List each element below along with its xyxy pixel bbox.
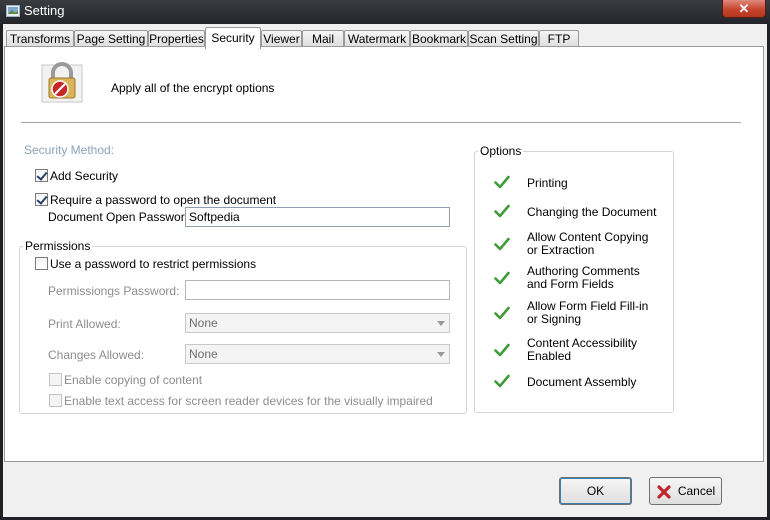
open-password-input[interactable]: Softpedia [185, 207, 450, 227]
enable-copying-checkbox[interactable] [49, 373, 62, 386]
check-icon [494, 271, 510, 285]
security-panel: Apply all of the encrypt options Securit… [4, 46, 764, 462]
ok-button[interactable]: OK [559, 477, 632, 505]
option-item-label: Authoring Comments and Form Fields [527, 265, 640, 291]
chevron-down-icon [437, 321, 445, 326]
print-allowed-label: Print Allowed: [48, 317, 121, 331]
option-item-label: Content Accessibility Enabled [527, 337, 637, 363]
cancel-button[interactable]: Cancel [649, 477, 722, 505]
permissions-password-label: Permissiongs Password: [48, 284, 180, 298]
option-item-label: Allow Content Copying or Extraction [527, 231, 648, 257]
option-line-1: Document Assembly [527, 375, 637, 389]
cancel-button-label: Cancel [677, 484, 716, 498]
require-password-checkbox[interactable] [35, 193, 48, 206]
changes-allowed-label: Changes Allowed: [48, 348, 145, 362]
dialog-body: Transforms Page Setting Properties Secur… [3, 24, 767, 517]
option-item-label: Document Assembly [527, 376, 636, 389]
window-app-icon [6, 5, 20, 17]
enable-text-access-checkbox[interactable] [49, 394, 62, 407]
option-line-1: Changing the Document [527, 205, 657, 219]
use-permissions-password-checkbox[interactable] [35, 257, 48, 270]
cancel-x-icon [657, 485, 671, 499]
window-title: Setting [24, 3, 65, 18]
option-line-2: Enabled [527, 349, 572, 363]
use-permissions-password-label: Use a password to restrict permissions [50, 257, 257, 271]
option-line-2: and Form Fields [527, 277, 614, 291]
security-method-label: Security Method: [24, 143, 115, 157]
enable-copying-label: Enable copying of content [64, 373, 203, 387]
padlock-icon [41, 62, 83, 103]
check-icon [494, 204, 510, 218]
title-bar: Setting ✕ [0, 0, 770, 24]
open-password-label: Document Open Password [48, 210, 192, 224]
header-divider [21, 122, 741, 123]
permissions-title: Permissions [23, 239, 93, 253]
option-item-label: Allow Form Field Fill-in or Signing [527, 300, 648, 326]
add-security-label: Add Security [50, 169, 119, 183]
check-icon [494, 175, 510, 189]
enable-text-access-label: Enable text access for screen reader dev… [64, 394, 433, 408]
option-line-2: or Signing [527, 312, 582, 326]
option-line-2: or Extraction [527, 243, 595, 257]
ok-button-label: OK [586, 484, 605, 498]
print-allowed-select[interactable]: None [185, 313, 450, 333]
option-line-1: Printing [527, 176, 568, 190]
tab-security[interactable]: Security [205, 27, 261, 49]
option-item-label: Changing the Document [527, 206, 656, 219]
permissions-password-input[interactable] [185, 280, 450, 300]
require-password-label: Require a password to open the document [50, 193, 277, 207]
changes-allowed-select[interactable]: None [185, 344, 450, 364]
check-icon [494, 343, 510, 357]
option-item-label: Printing [527, 177, 568, 190]
header-description: Apply all of the encrypt options [111, 81, 275, 95]
changes-allowed-value: None [189, 347, 218, 361]
options-title: Options [478, 144, 524, 158]
add-security-checkbox[interactable] [35, 169, 48, 182]
print-allowed-value: None [189, 316, 218, 330]
window-close-button[interactable]: ✕ [722, 0, 766, 18]
check-icon [494, 306, 510, 320]
check-icon [494, 237, 510, 251]
chevron-down-icon [437, 352, 445, 357]
check-icon [494, 374, 510, 388]
